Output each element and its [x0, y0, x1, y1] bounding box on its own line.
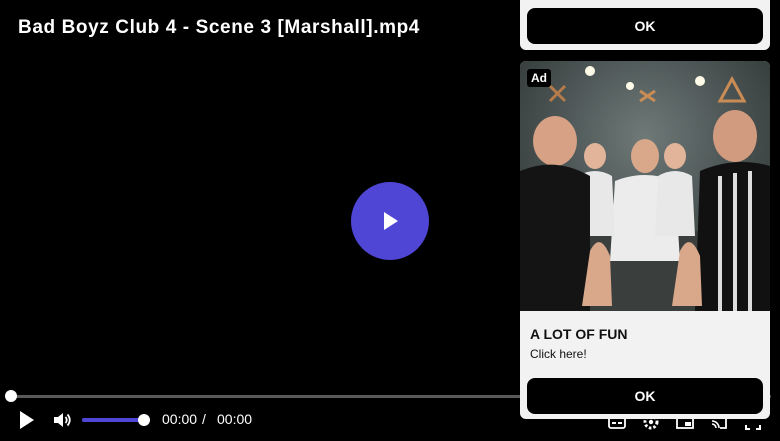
time-separator: / — [202, 411, 206, 427]
volume-slider[interactable] — [82, 418, 144, 422]
ad-headline[interactable]: A LOT OF FUN — [530, 326, 627, 342]
ad-card[interactable]: Ad A LOT OF FUN Click here! OK — [520, 61, 770, 419]
progress-handle[interactable] — [5, 390, 17, 402]
ad-image[interactable] — [520, 61, 770, 311]
big-play-button[interactable] — [351, 182, 429, 260]
volume-handle[interactable] — [138, 414, 150, 426]
ad-badge: Ad — [527, 69, 551, 87]
volume-icon — [54, 413, 71, 427]
ad-subtext[interactable]: Click here! — [530, 347, 587, 361]
play-button[interactable] — [14, 408, 40, 432]
play-icon — [20, 411, 34, 429]
volume-button[interactable] — [50, 409, 74, 431]
ad-top-ok-button[interactable]: OK — [527, 8, 763, 44]
video-title: Bad Boyz Club 4 - Scene 3 [Marshall].mp4 — [18, 17, 420, 38]
current-time: 00:00 — [162, 411, 198, 427]
ad-top-panel: OK — [520, 0, 770, 50]
duration: 00:00 — [217, 411, 253, 427]
ad-ok-button[interactable]: OK — [527, 378, 763, 414]
volume-level — [82, 418, 144, 422]
play-icon — [384, 212, 398, 230]
